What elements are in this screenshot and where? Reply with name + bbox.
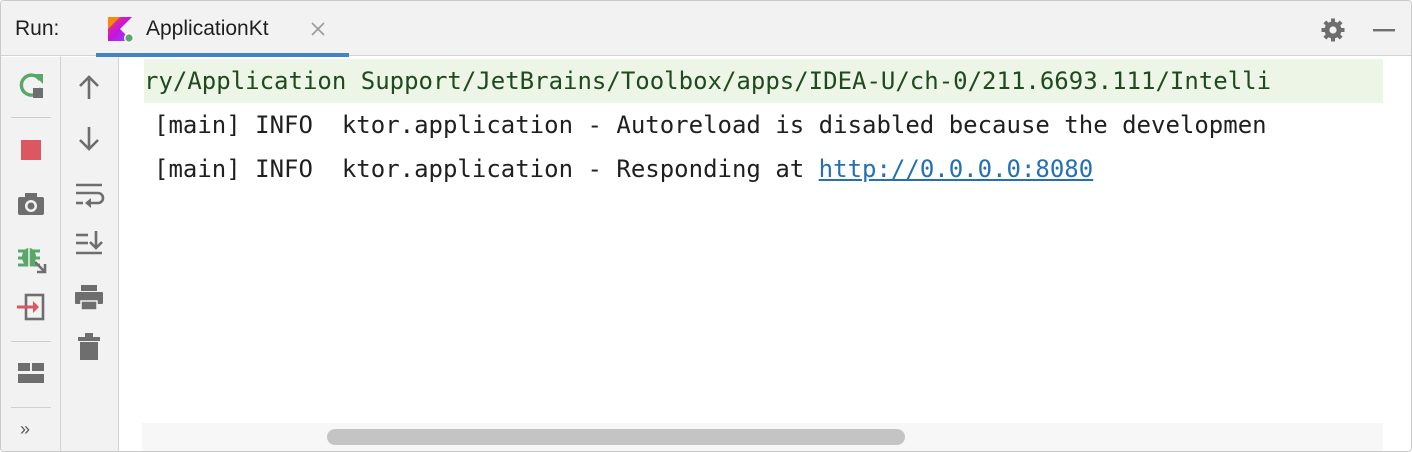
server-url-link[interactable]: http://0.0.0.0:8080	[819, 155, 1094, 183]
kotlin-run-icon	[108, 17, 134, 43]
tab-application-kt[interactable]: ApplicationKt	[96, 1, 349, 57]
toolbar-separator	[11, 117, 51, 118]
run-tool-window: Run: ApplicationKt » ry/Application Supp…	[0, 0, 1412, 452]
arrow-up-icon[interactable]	[71, 69, 107, 105]
more-actions-button[interactable]: »	[20, 419, 30, 440]
run-label: Run:	[15, 17, 60, 40]
tab-title: ApplicationKt	[146, 17, 269, 40]
close-icon[interactable]	[308, 19, 328, 39]
camera-icon[interactable]	[13, 186, 49, 222]
run-header: Run: ApplicationKt	[1, 1, 1411, 57]
debug-icon[interactable]	[13, 239, 49, 275]
rerun-icon[interactable]	[13, 68, 49, 104]
print-icon[interactable]	[71, 279, 107, 315]
arrow-down-icon[interactable]	[71, 121, 107, 157]
horizontal-scrollbar-thumb[interactable]	[327, 429, 905, 445]
exit-icon[interactable]	[13, 289, 49, 325]
soft-wrap-icon[interactable]	[71, 175, 107, 211]
run-actions-toolbar: »	[1, 57, 61, 451]
right-gutter	[1383, 57, 1411, 451]
scroll-to-end-icon[interactable]	[71, 225, 107, 261]
command-line: ry/Application Support/JetBrains/Toolbox…	[144, 59, 1383, 103]
stop-icon[interactable]	[13, 132, 49, 168]
trash-icon[interactable]	[71, 329, 107, 365]
toolbar-separator	[11, 341, 51, 342]
layout-icon[interactable]	[13, 355, 49, 391]
console-actions-toolbar	[61, 57, 119, 451]
log-line-autoreload: [main] INFO ktor.application - Autoreloa…	[154, 111, 1267, 139]
gear-icon[interactable]	[1319, 16, 1347, 44]
toolbar-separator	[11, 407, 51, 408]
log-line-responding: [main] INFO ktor.application - Respondin…	[154, 147, 1093, 191]
console-output[interactable]: ry/Application Support/JetBrains/Toolbox…	[120, 57, 1411, 451]
log-line-text: [main] INFO ktor.application - Respondin…	[154, 155, 819, 183]
minimize-icon[interactable]	[1370, 16, 1398, 44]
